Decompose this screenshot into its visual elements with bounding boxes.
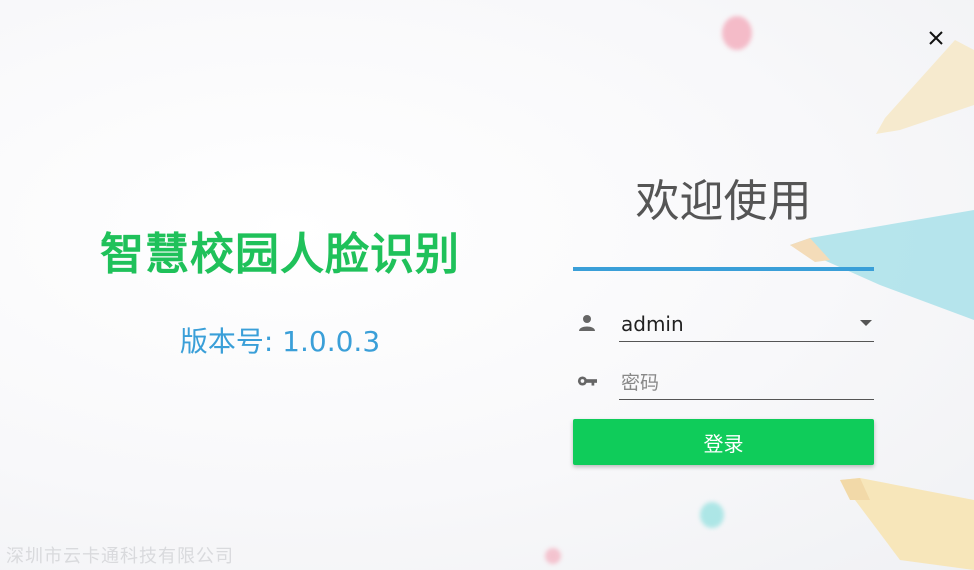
username-field bbox=[573, 307, 874, 343]
version-label: 版本号: 1.0.0.3 bbox=[179, 325, 381, 358]
login-panel: 欢迎使用 登录 bbox=[573, 172, 874, 465]
chevron-down-icon[interactable] bbox=[860, 320, 872, 326]
heading-underline bbox=[573, 267, 874, 271]
close-icon[interactable] bbox=[924, 26, 948, 50]
company-watermark: 深圳市云卡通科技有限公司 bbox=[6, 546, 234, 567]
login-button[interactable]: 登录 bbox=[573, 419, 874, 465]
user-icon bbox=[577, 313, 597, 333]
password-input[interactable] bbox=[619, 365, 874, 400]
password-field bbox=[573, 365, 874, 401]
brand-panel: 智慧校园人脸识别 版本号: 1.0.0.3 bbox=[60, 218, 500, 360]
welcome-heading: 欢迎使用 bbox=[635, 176, 812, 227]
key-icon bbox=[577, 371, 597, 391]
username-input[interactable] bbox=[619, 307, 874, 342]
app-title: 智慧校园人脸识别 bbox=[100, 229, 460, 280]
